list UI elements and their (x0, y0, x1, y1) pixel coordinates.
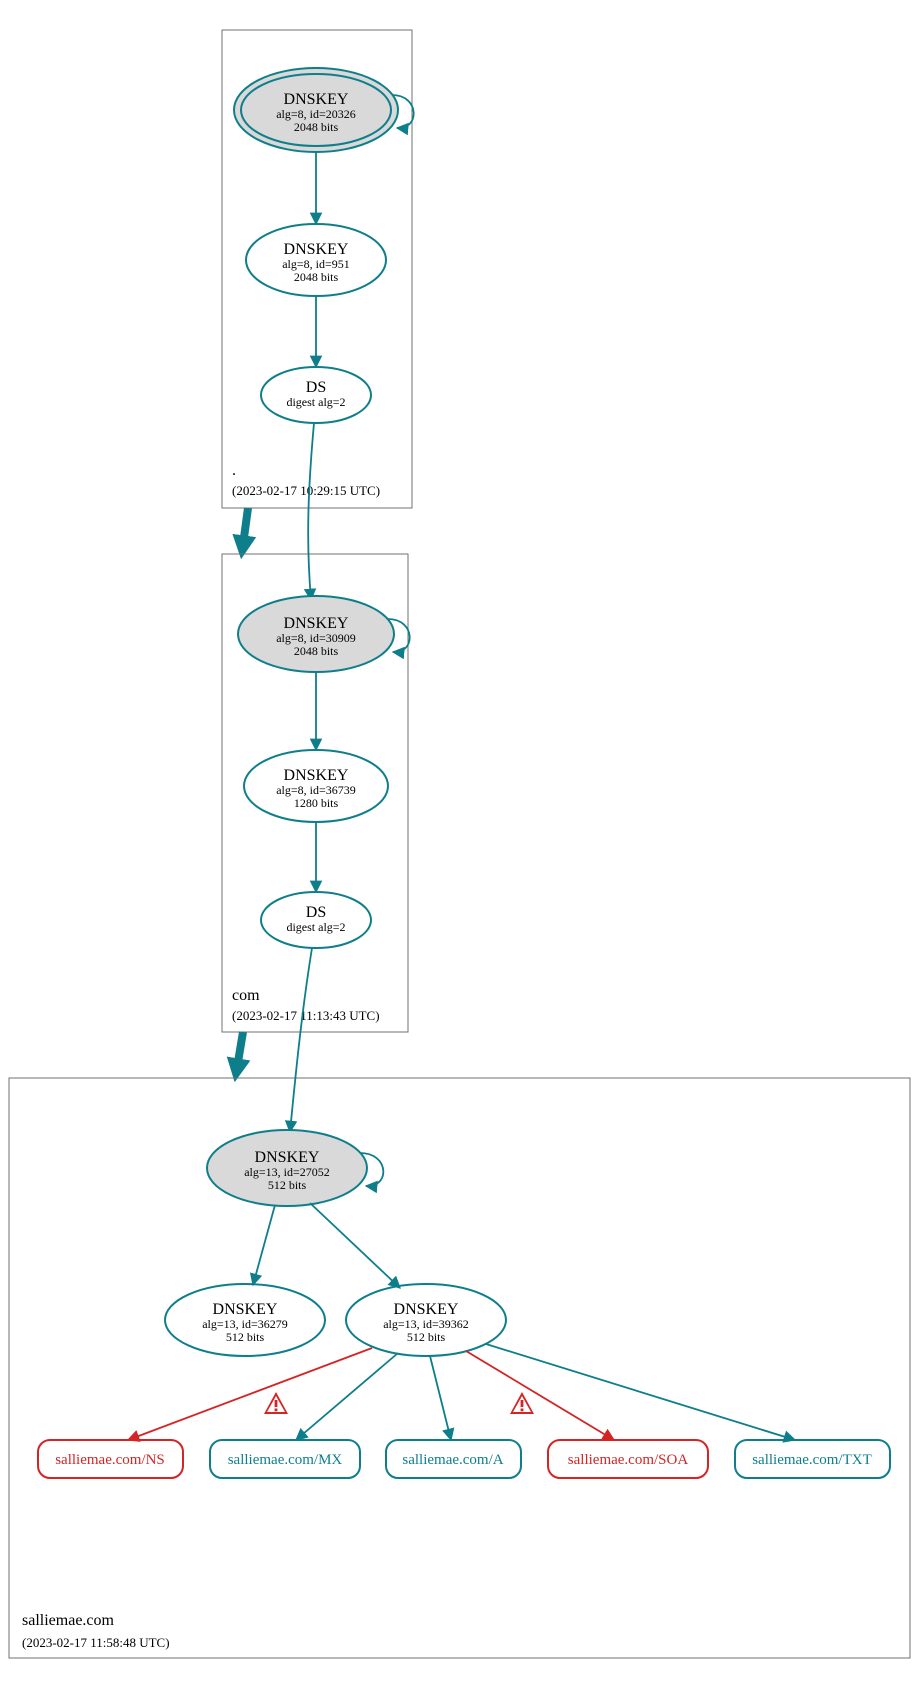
svg-text:DNSKEY: DNSKEY (255, 1149, 320, 1166)
node-sm-ksk[interactable]: DNSKEY alg=13, id=27052 512 bits (207, 1130, 367, 1206)
svg-text:DNSKEY: DNSKEY (284, 767, 349, 784)
svg-text:DNSKEY: DNSKEY (284, 91, 349, 108)
sm-zone-name: salliemae.com (22, 1612, 115, 1629)
svg-text:DS: DS (306, 379, 326, 396)
sm-zone-time: (2023-02-17 11:58:48 UTC) (22, 1635, 170, 1650)
svg-text:salliemae.com/SOA: salliemae.com/SOA (568, 1452, 689, 1468)
svg-text:alg=8, id=30909: alg=8, id=30909 (276, 631, 356, 645)
edge-comds-smksk (290, 948, 312, 1132)
root-zone-time: (2023-02-17 10:29:15 UTC) (232, 483, 380, 498)
svg-text:alg=13, id=36279: alg=13, id=36279 (202, 1317, 288, 1331)
edge-zsk2-txt (486, 1344, 795, 1440)
node-root-ds[interactable]: DS digest alg=2 (261, 367, 371, 423)
rr-soa[interactable]: salliemae.com/SOA (548, 1440, 708, 1478)
com-zone-time: (2023-02-17 11:13:43 UTC) (232, 1008, 380, 1023)
rr-ns[interactable]: salliemae.com/NS (38, 1440, 183, 1478)
svg-text:salliemae.com/NS: salliemae.com/NS (55, 1452, 165, 1468)
edge-zsk2-ns (128, 1348, 372, 1440)
svg-text:2048 bits: 2048 bits (294, 644, 339, 658)
svg-text:512 bits: 512 bits (268, 1178, 307, 1192)
node-com-ds[interactable]: DS digest alg=2 (261, 892, 371, 948)
warning-icon (264, 1392, 288, 1414)
svg-text:salliemae.com/MX: salliemae.com/MX (228, 1452, 343, 1468)
svg-text:salliemae.com/A: salliemae.com/A (402, 1452, 503, 1468)
svg-text:salliemae.com/TXT: salliemae.com/TXT (752, 1452, 872, 1468)
svg-text:alg=13, id=27052: alg=13, id=27052 (244, 1165, 330, 1179)
node-sm-zsk2[interactable]: DNSKEY alg=13, id=39362 512 bits (346, 1284, 506, 1356)
edge-root-to-com-zone (243, 508, 248, 545)
svg-text:digest alg=2: digest alg=2 (286, 920, 345, 934)
node-com-zsk[interactable]: DNSKEY alg=8, id=36739 1280 bits (244, 750, 388, 822)
edge-zsk2-mx (296, 1353, 398, 1440)
edge-smksk-zsk1 (253, 1205, 275, 1285)
node-root-zsk[interactable]: DNSKEY alg=8, id=951 2048 bits (246, 224, 386, 296)
root-zone-name: . (232, 462, 236, 479)
zone-salliemae: salliemae.com (2023-02-17 11:58:48 UTC) (9, 1078, 910, 1658)
node-root-ksk[interactable]: DNSKEY alg=8, id=20326 2048 bits (234, 68, 398, 152)
com-zone-name: com (232, 987, 260, 1004)
svg-text:DNSKEY: DNSKEY (213, 1301, 278, 1318)
svg-text:512 bits: 512 bits (226, 1330, 265, 1344)
rr-a[interactable]: salliemae.com/A (386, 1440, 521, 1478)
rr-mx[interactable]: salliemae.com/MX (210, 1440, 360, 1478)
node-com-ksk[interactable]: DNSKEY alg=8, id=30909 2048 bits (238, 596, 394, 672)
svg-text:digest alg=2: digest alg=2 (286, 395, 345, 409)
edge-zsk2-soa (466, 1351, 614, 1440)
edge-zsk2-a (430, 1356, 451, 1440)
node-sm-zsk1[interactable]: DNSKEY alg=13, id=36279 512 bits (165, 1284, 325, 1356)
svg-text:alg=8, id=20326: alg=8, id=20326 (276, 107, 356, 121)
svg-text:alg=8, id=951: alg=8, id=951 (282, 257, 350, 271)
svg-text:512 bits: 512 bits (407, 1330, 446, 1344)
edge-smksk-zsk2 (310, 1203, 400, 1288)
rr-txt[interactable]: salliemae.com/TXT (735, 1440, 890, 1478)
edge-rootds-comksk (308, 423, 314, 600)
svg-text:DNSKEY: DNSKEY (284, 241, 349, 258)
svg-text:alg=8, id=36739: alg=8, id=36739 (276, 783, 356, 797)
svg-text:DNSKEY: DNSKEY (284, 615, 349, 632)
svg-text:2048 bits: 2048 bits (294, 270, 339, 284)
svg-text:2048 bits: 2048 bits (294, 120, 339, 134)
svg-text:DNSKEY: DNSKEY (394, 1301, 459, 1318)
warning-icon (510, 1392, 534, 1414)
svg-text:DS: DS (306, 904, 326, 921)
svg-text:1280 bits: 1280 bits (294, 796, 339, 810)
svg-text:alg=13, id=39362: alg=13, id=39362 (383, 1317, 469, 1331)
edge-com-to-sm-zone (237, 1032, 243, 1068)
